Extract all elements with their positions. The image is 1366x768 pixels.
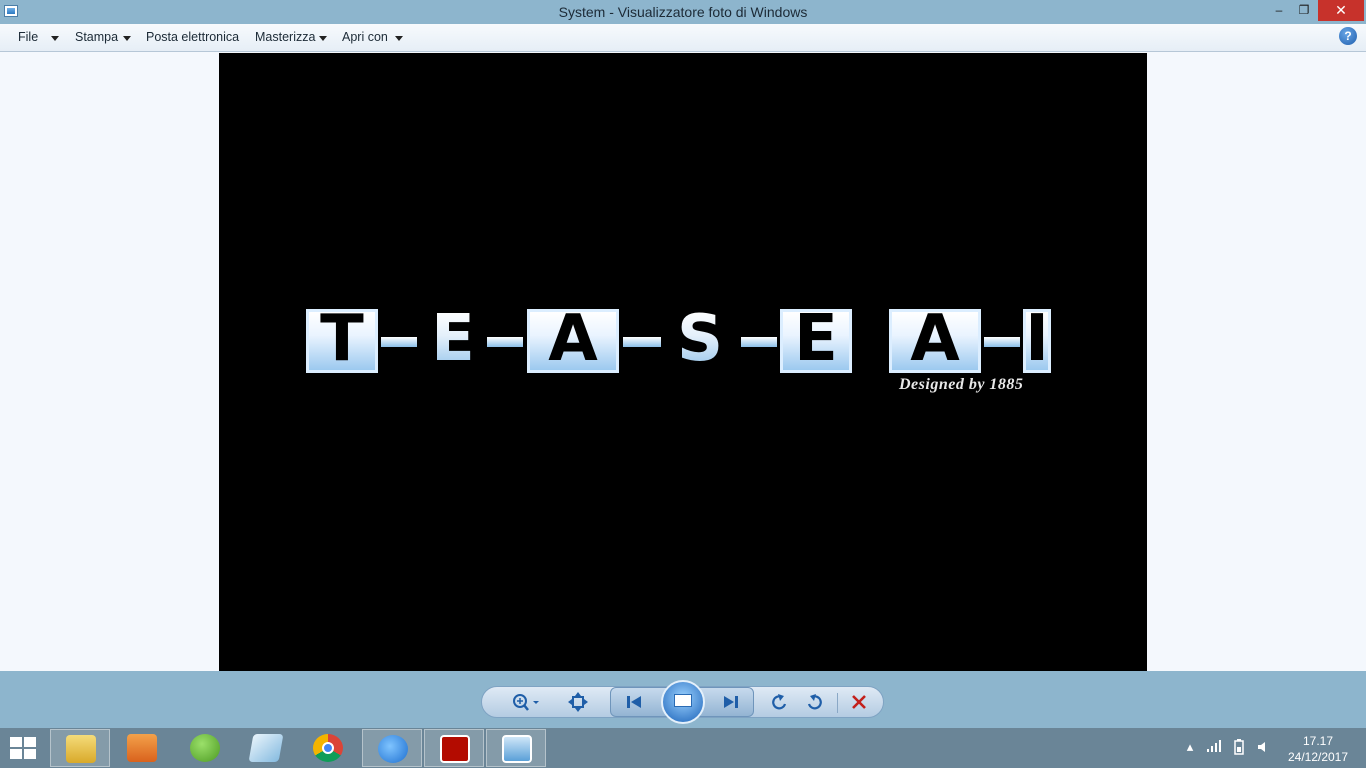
clock-time[interactable]: 17.17 (1290, 734, 1346, 748)
logo-letter-a-2: A (910, 302, 960, 376)
viewer-control-bar (0, 671, 1366, 728)
rotate-counterclockwise-icon[interactable] (768, 691, 792, 713)
taskbar-adobe-reader[interactable] (424, 729, 484, 767)
previous-icon[interactable] (622, 691, 646, 713)
delete-icon[interactable] (847, 691, 871, 713)
window-title: System - Visualizzatore foto di Windows (558, 4, 808, 20)
taskbar-file-explorer[interactable] (50, 729, 110, 767)
stampa-dropdown-arrow-icon[interactable] (123, 36, 131, 41)
file-dropdown-arrow-icon[interactable] (51, 36, 59, 41)
apri-con-dropdown-arrow-icon[interactable] (395, 36, 403, 41)
actual-size-icon[interactable] (566, 691, 590, 713)
zoom-icon[interactable] (509, 691, 541, 713)
slideshow-button[interactable] (661, 680, 705, 724)
logo-dash (487, 337, 523, 347)
taskbar: ▴ 17.17 24/12/2017 (0, 728, 1366, 768)
windows-logo-pane (24, 737, 36, 747)
logo-letter-e-2: E (794, 302, 838, 376)
logo-letter-i: I (1025, 302, 1049, 376)
next-icon[interactable] (719, 691, 743, 713)
windows-logo-icon (10, 737, 22, 747)
displayed-photo: T E A S E A I Designed by 1885 (219, 53, 1147, 671)
logo-tagline: Designed by 1885 (899, 376, 1024, 393)
logo-dash (984, 337, 1020, 347)
taskbar-utorrent[interactable] (175, 729, 235, 767)
menu-stampa[interactable]: Stampa (75, 30, 118, 44)
photo-viewer-icon (502, 735, 532, 763)
logo-letter-e: E (421, 303, 485, 375)
menu-file[interactable]: File (18, 30, 38, 44)
utorrent-icon (190, 734, 220, 762)
logo-dash (623, 337, 661, 347)
pdf-icon (440, 735, 470, 763)
taskbar-internet-explorer[interactable] (362, 729, 422, 767)
rotate-clockwise-icon[interactable] (802, 691, 826, 713)
menu-apri-con[interactable]: Apri con (342, 30, 388, 44)
close-button[interactable]: ✕ (1318, 0, 1364, 21)
battery-icon[interactable] (1231, 739, 1247, 758)
media-player-icon (127, 734, 157, 762)
folder-icon (66, 735, 96, 763)
show-hidden-icons-icon[interactable]: ▴ (1182, 739, 1198, 755)
taskbar-notepad[interactable] (236, 729, 296, 767)
slideshow-icon (674, 694, 692, 707)
help-icon[interactable]: ? (1339, 27, 1357, 45)
windows-logo-pane (10, 749, 22, 759)
logo-letter-a: A (548, 302, 598, 376)
clock-date[interactable]: 24/12/2017 (1284, 750, 1352, 764)
image-viewport: T E A S E A I Designed by 1885 (0, 52, 1366, 671)
chrome-center (322, 742, 334, 754)
start-button[interactable] (10, 737, 38, 761)
volume-icon[interactable] (1256, 739, 1272, 758)
logo-dash (741, 337, 777, 347)
restore-button[interactable]: ❐ (1290, 0, 1318, 21)
ie-icon (378, 735, 408, 763)
masterizza-dropdown-arrow-icon[interactable] (319, 36, 327, 41)
notepad-icon (248, 734, 284, 762)
menu-bar: File Stampa Posta elettronica Masterizza… (0, 24, 1366, 52)
menu-masterizza[interactable]: Masterizza (255, 30, 315, 44)
windows-logo-pane (24, 749, 36, 759)
logo-letter-s: S (663, 303, 737, 375)
menu-posta-elettronica[interactable]: Posta elettronica (146, 30, 239, 44)
taskbar-media-player[interactable] (112, 729, 172, 767)
logo-letter-t: T (320, 302, 364, 376)
taskbar-chrome[interactable] (298, 729, 358, 767)
taskbar-photo-viewer[interactable] (486, 729, 546, 767)
control-separator (837, 693, 838, 713)
logo-dash (381, 337, 417, 347)
title-bar: System - Visualizzatore foto di Windows … (0, 0, 1366, 24)
chrome-icon (313, 734, 343, 762)
network-signal-icon[interactable] (1206, 739, 1222, 756)
